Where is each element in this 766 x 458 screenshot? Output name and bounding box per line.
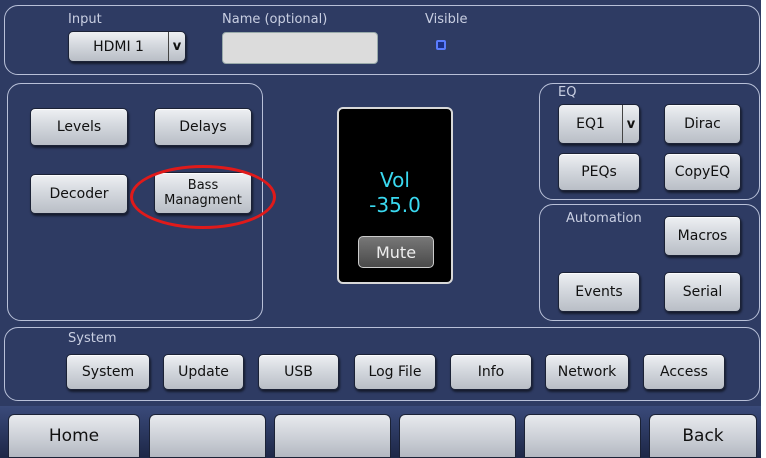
eq-preset-value: EQ1 xyxy=(576,116,605,132)
bass-management-button[interactable]: Bass Managment xyxy=(154,172,252,214)
macros-button[interactable]: Macros xyxy=(664,216,741,256)
chevron-down-icon: v xyxy=(622,105,639,143)
delays-button[interactable]: Delays xyxy=(154,108,252,146)
automation-title: Automation xyxy=(566,211,642,226)
back-button[interactable]: Back xyxy=(649,414,757,458)
home-button[interactable]: Home xyxy=(8,414,140,458)
eq-title: EQ xyxy=(558,85,577,100)
system-title: System xyxy=(68,331,117,346)
update-button[interactable]: Update xyxy=(163,354,244,390)
access-button[interactable]: Access xyxy=(643,354,725,390)
network-button[interactable]: Network xyxy=(545,354,629,390)
name-field[interactable] xyxy=(222,32,378,64)
visible-label: Visible xyxy=(425,12,468,27)
nav-slot-2[interactable] xyxy=(149,414,266,458)
dirac-button[interactable]: Dirac xyxy=(664,104,741,144)
volume-panel: Vol -35.0 Mute xyxy=(337,107,453,284)
peqs-button[interactable]: PEQs xyxy=(558,153,640,191)
nav-slot-3[interactable] xyxy=(274,414,391,458)
bottom-nav-bar: Home Back xyxy=(0,406,761,458)
nav-slot-5[interactable] xyxy=(524,414,641,458)
copyeq-button[interactable]: CopyEQ xyxy=(664,153,741,191)
volume-label: Vol xyxy=(380,168,410,192)
volume-value: -35.0 xyxy=(369,193,421,217)
levels-button[interactable]: Levels xyxy=(30,108,128,146)
visible-checkbox[interactable] xyxy=(436,40,446,50)
input-label: Input xyxy=(68,12,102,27)
events-button[interactable]: Events xyxy=(558,272,640,312)
serial-button[interactable]: Serial xyxy=(664,272,741,312)
chevron-down-icon: v xyxy=(168,32,185,61)
decoder-button[interactable]: Decoder xyxy=(30,174,128,214)
info-button[interactable]: Info xyxy=(450,354,532,390)
name-label: Name (optional) xyxy=(222,12,328,27)
bass-management-line1: Bass xyxy=(187,178,219,193)
log-file-button[interactable]: Log File xyxy=(354,354,436,390)
nav-slot-4[interactable] xyxy=(399,414,516,458)
system-button[interactable]: System xyxy=(66,354,150,390)
bass-management-line2: Managment xyxy=(164,193,242,208)
input-select[interactable]: HDMI 1 v xyxy=(68,31,186,62)
input-select-value: HDMI 1 xyxy=(93,38,144,55)
mute-button[interactable]: Mute xyxy=(358,236,434,268)
eq-preset-select[interactable]: EQ1 v xyxy=(558,104,640,144)
usb-button[interactable]: USB xyxy=(258,354,339,390)
av-processor-screen: Input HDMI 1 v Name (optional) Visible L… xyxy=(0,0,761,458)
